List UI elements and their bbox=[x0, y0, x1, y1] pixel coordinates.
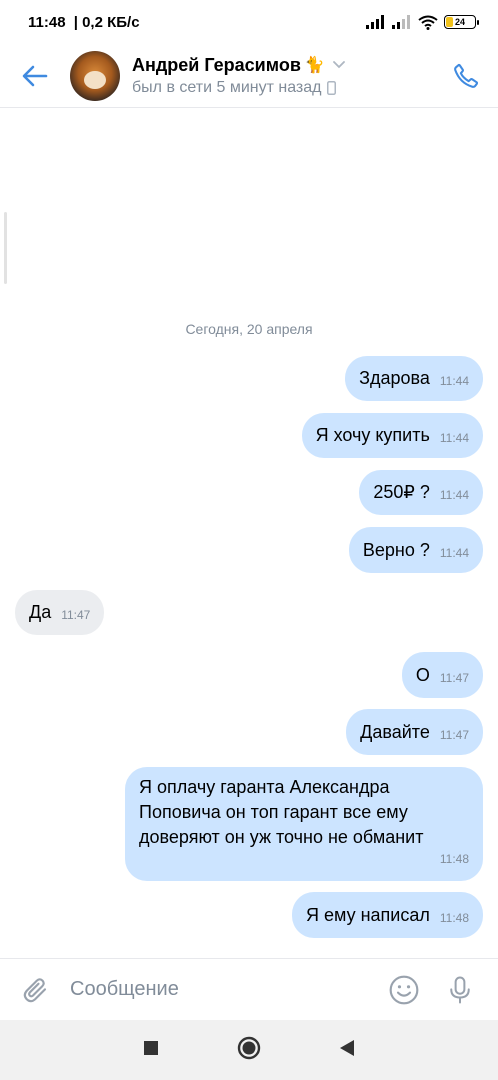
nav-back-button[interactable] bbox=[339, 1039, 355, 1062]
back-arrow-icon bbox=[22, 65, 48, 86]
message-time: 11:47 bbox=[439, 671, 469, 685]
contact-status-text: был в сети 5 минут назад bbox=[132, 78, 322, 96]
avatar[interactable] bbox=[70, 50, 120, 101]
status-right: 24 bbox=[366, 15, 479, 30]
message-time: 11:44 bbox=[439, 488, 469, 502]
message-text: Здарова bbox=[359, 368, 430, 388]
cat-emoji-icon: 🐈 bbox=[304, 57, 325, 74]
status-left: 11:48 | 0,2 КБ/с bbox=[28, 14, 140, 31]
message-input[interactable] bbox=[70, 978, 376, 1001]
contact-name-text: Андрей Герасимов bbox=[132, 54, 301, 75]
message-time: 11:48 bbox=[439, 911, 469, 925]
paperclip-icon bbox=[23, 977, 47, 1002]
contact-info[interactable]: Андрей Герасимов 🐈 был в сети 5 минут на… bbox=[132, 55, 434, 97]
status-time: 11:48 bbox=[28, 13, 66, 31]
contact-name: Андрей Герасимов 🐈 bbox=[132, 55, 434, 76]
message-bubble-outgoing[interactable]: Я хочу купить 11:44 bbox=[301, 413, 483, 458]
battery-icon: 24 bbox=[444, 15, 479, 29]
nav-home-button[interactable] bbox=[237, 1036, 261, 1065]
phone-icon bbox=[454, 63, 479, 88]
message-text: Давайте bbox=[360, 721, 430, 742]
battery-fill bbox=[446, 17, 453, 27]
message-time: 11:44 bbox=[439, 546, 469, 560]
system-nav-bar bbox=[0, 1020, 498, 1080]
microphone-icon bbox=[450, 976, 470, 1003]
message-text: Верно ? bbox=[362, 539, 430, 560]
message-bubble-outgoing[interactable]: Я оплачу гаранта Александра Поповича он … bbox=[125, 767, 483, 881]
battery-percent: 24 bbox=[454, 17, 465, 27]
message-bubble-outgoing[interactable]: 250₽ ? 11:44 bbox=[359, 470, 483, 515]
wifi-icon bbox=[418, 15, 438, 30]
message-time: 11:47 bbox=[61, 608, 91, 622]
message-time: 11:48 bbox=[439, 852, 469, 866]
nav-recents-button[interactable] bbox=[143, 1040, 159, 1061]
message-bubble-outgoing[interactable]: Верно ? 11:44 bbox=[348, 527, 483, 573]
message-text: Я хочу купить bbox=[315, 425, 430, 445]
message-bubble-outgoing[interactable]: Здарова 11:44 bbox=[345, 356, 483, 401]
message-time: 11:47 bbox=[439, 728, 469, 742]
attach-button[interactable] bbox=[0, 975, 70, 1005]
message-bubble-incoming[interactable]: Да 11:47 bbox=[15, 590, 105, 635]
nav-square-icon bbox=[144, 1040, 158, 1055]
message-text: Я ему написал bbox=[306, 904, 430, 925]
status-speed: | 0,2 КБ/с bbox=[73, 13, 140, 31]
status-bar: 11:48 | 0,2 КБ/с 24 bbox=[0, 0, 498, 44]
composer-bar bbox=[0, 958, 498, 1020]
signal-icon bbox=[392, 15, 410, 29]
message-bubble-outgoing[interactable]: Я ему написал 11:48 bbox=[292, 892, 483, 938]
message-text: Я оплачу гаранта Александра Поповича он … bbox=[139, 777, 424, 847]
message-time: 11:44 bbox=[439, 374, 469, 388]
nav-back-icon bbox=[340, 1039, 354, 1056]
nav-circle-icon bbox=[237, 1036, 261, 1059]
scroll-indicator[interactable] bbox=[4, 212, 7, 284]
message-text: 250₽ ? bbox=[373, 482, 430, 502]
message-time: 11:44 bbox=[439, 431, 469, 445]
message-bubble-outgoing[interactable]: Давайте 11:47 bbox=[346, 709, 483, 755]
emoji-button[interactable] bbox=[376, 974, 432, 1006]
back-button[interactable] bbox=[0, 44, 70, 108]
message-bubble-outgoing[interactable]: О 11:47 bbox=[401, 652, 483, 698]
message-text: О bbox=[415, 664, 430, 685]
contact-status: был в сети 5 минут назад bbox=[132, 79, 434, 97]
chat-header: Андрей Герасимов 🐈 был в сети 5 минут на… bbox=[0, 44, 498, 108]
call-button[interactable] bbox=[434, 44, 498, 108]
signal-icon bbox=[366, 15, 384, 29]
mobile-device-icon bbox=[327, 80, 337, 95]
message-text: Да bbox=[29, 602, 52, 622]
emoji-icon bbox=[389, 975, 419, 1004]
date-separator: Сегодня, 20 апреля bbox=[185, 321, 313, 337]
voice-message-button[interactable] bbox=[432, 974, 488, 1006]
chevron-down-icon bbox=[332, 61, 345, 69]
